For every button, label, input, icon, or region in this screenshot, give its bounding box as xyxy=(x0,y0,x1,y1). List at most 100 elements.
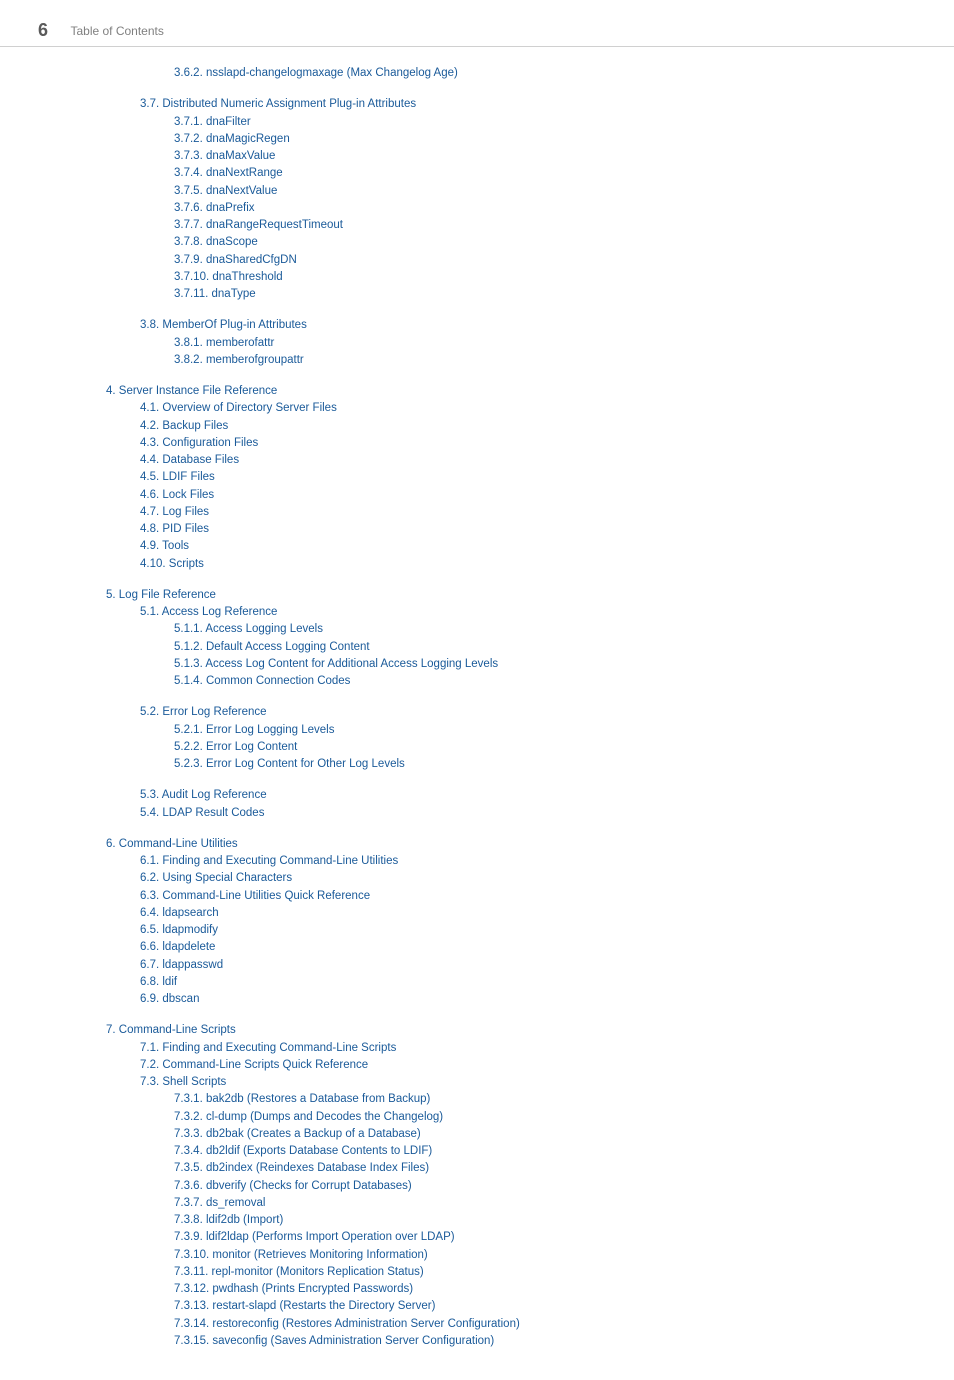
toc-link[interactable]: 7. Command-Line Scripts xyxy=(106,1024,236,1036)
toc-link[interactable]: 3.7.7. dnaRangeRequestTimeout xyxy=(174,219,343,231)
toc-link[interactable]: 7.3.2. cl-dump (Dumps and Decodes the Ch… xyxy=(174,1111,443,1123)
toc-link[interactable]: 3.7.6. dnaPrefix xyxy=(174,202,255,214)
toc-link[interactable]: 6.8. ldif xyxy=(140,976,177,988)
toc-link[interactable]: 7.3.4. db2ldif (Exports Database Content… xyxy=(174,1145,432,1157)
toc-link[interactable]: 6.6. ldapdelete xyxy=(140,941,215,953)
toc-link[interactable]: 6.4. ldapsearch xyxy=(140,907,219,919)
toc-link[interactable]: 3.7.1. dnaFilter xyxy=(174,116,251,128)
toc-link[interactable]: 5.1.3. Access Log Content for Additional… xyxy=(174,658,498,670)
toc-entry: 4.10. Scripts xyxy=(140,556,916,573)
toc-link[interactable]: 7.3.12. pwdhash (Prints Encrypted Passwo… xyxy=(174,1283,413,1295)
toc-link[interactable]: 4.2. Backup Files xyxy=(140,420,228,432)
toc-link[interactable]: 3.7.4. dnaNextRange xyxy=(174,167,283,179)
toc-link[interactable]: 7.3.8. ldif2db (Import) xyxy=(174,1214,283,1226)
toc-link[interactable]: 6.7. ldappasswd xyxy=(140,959,223,971)
toc-link[interactable]: 5.3. Audit Log Reference xyxy=(140,789,267,801)
toc-link[interactable]: 7.3.10. monitor (Retrieves Monitoring In… xyxy=(174,1249,428,1261)
toc-link[interactable]: 4.3. Configuration Files xyxy=(140,437,258,449)
toc-link[interactable]: 7.3.15. saveconfig (Saves Administration… xyxy=(174,1335,494,1347)
toc-link[interactable]: 5. Log File Reference xyxy=(106,589,216,601)
toc-link[interactable]: 5.1.2. Default Access Logging Content xyxy=(174,641,370,653)
toc-entry: 7.3.6. dbverify (Checks for Corrupt Data… xyxy=(174,1178,916,1195)
toc-link[interactable]: 7.2. Command-Line Scripts Quick Referenc… xyxy=(140,1059,368,1071)
toc-link[interactable]: 3.7.5. dnaNextValue xyxy=(174,185,277,197)
toc-entry: 3.7.6. dnaPrefix xyxy=(174,200,916,217)
toc-entry: 3.7.10. dnaThreshold xyxy=(174,269,916,286)
toc-link[interactable]: 5.2.2. Error Log Content xyxy=(174,741,297,753)
toc-entry: 7.3.13. restart-slapd (Restarts the Dire… xyxy=(174,1298,916,1315)
toc-link[interactable]: 7.3.13. restart-slapd (Restarts the Dire… xyxy=(174,1300,435,1312)
toc-link[interactable]: 7.3.5. db2index (Reindexes Database Inde… xyxy=(174,1162,429,1174)
toc-link[interactable]: 6.9. dbscan xyxy=(140,993,199,1005)
toc-entry: 4.9. Tools xyxy=(140,538,916,555)
toc-link[interactable]: 5.2. Error Log Reference xyxy=(140,706,267,718)
toc-entry: 5.2.1. Error Log Logging Levels xyxy=(174,722,916,739)
toc-link[interactable]: 3.8. MemberOf Plug-in Attributes xyxy=(140,319,307,331)
toc-link[interactable]: 7.3.11. repl-monitor (Monitors Replicati… xyxy=(174,1266,424,1278)
toc-entry: 5. Log File Reference xyxy=(106,587,916,604)
toc-link[interactable]: 7.3.6. dbverify (Checks for Corrupt Data… xyxy=(174,1180,412,1192)
toc-link[interactable]: 4.1. Overview of Directory Server Files xyxy=(140,402,337,414)
toc-link[interactable]: 6.1. Finding and Executing Command-Line … xyxy=(140,855,398,867)
toc-link[interactable]: 3.7. Distributed Numeric Assignment Plug… xyxy=(140,98,416,110)
toc-link[interactable]: 4.10. Scripts xyxy=(140,558,204,570)
toc-entry: 7.3.8. ldif2db (Import) xyxy=(174,1212,916,1229)
toc-entry: 4.1. Overview of Directory Server Files xyxy=(140,400,916,417)
toc-entry: 3.7.9. dnaSharedCfgDN xyxy=(174,252,916,269)
toc-entry: 5.2. Error Log Reference xyxy=(140,704,916,721)
toc-entry: 7.3.1. bak2db (Restores a Database from … xyxy=(174,1091,916,1108)
toc-entry: 7.3.5. db2index (Reindexes Database Inde… xyxy=(174,1160,916,1177)
toc-link[interactable]: 7.3.9. ldif2ldap (Performs Import Operat… xyxy=(174,1231,455,1243)
toc-link[interactable]: 5.1. Access Log Reference xyxy=(140,606,277,618)
toc-entry: 6.7. ldappasswd xyxy=(140,957,916,974)
toc-link[interactable]: 3.7.9. dnaSharedCfgDN xyxy=(174,254,297,266)
toc-link[interactable]: 4.9. Tools xyxy=(140,540,189,552)
toc-link[interactable]: 4.6. Lock Files xyxy=(140,489,214,501)
toc-entry: 7.3.3. db2bak (Creates a Backup of a Dat… xyxy=(174,1126,916,1143)
toc-entry: 5.1.2. Default Access Logging Content xyxy=(174,639,916,656)
toc-link[interactable]: 6.5. ldapmodify xyxy=(140,924,218,936)
toc-link[interactable]: 6. Command-Line Utilities xyxy=(106,838,238,850)
toc-link[interactable]: 6.3. Command-Line Utilities Quick Refere… xyxy=(140,890,370,902)
toc-entry: 7.3. Shell Scripts xyxy=(140,1074,916,1091)
toc-link[interactable]: 7.3.14. restoreconfig (Restores Administ… xyxy=(174,1318,520,1330)
toc-link[interactable]: 4.8. PID Files xyxy=(140,523,209,535)
toc-link[interactable]: 5.1.4. Common Connection Codes xyxy=(174,675,350,687)
toc-link[interactable]: 3.7.3. dnaMaxValue xyxy=(174,150,275,162)
toc-entry: 3.8.1. memberofattr xyxy=(174,335,916,352)
toc-link[interactable]: 5.2.3. Error Log Content for Other Log L… xyxy=(174,758,405,770)
toc-link[interactable]: 5.4. LDAP Result Codes xyxy=(140,807,264,819)
toc-entry: 3.7. Distributed Numeric Assignment Plug… xyxy=(140,96,916,113)
toc-link[interactable]: 4.5. LDIF Files xyxy=(140,471,215,483)
toc-entry: 4.2. Backup Files xyxy=(140,418,916,435)
toc-entry: 3.7.8. dnaScope xyxy=(174,234,916,251)
toc-link[interactable]: 3.6.2. nsslapd-changelogmaxage (Max Chan… xyxy=(174,67,458,79)
toc-link[interactable]: 7.3. Shell Scripts xyxy=(140,1076,226,1088)
toc-link[interactable]: 4.7. Log Files xyxy=(140,506,209,518)
toc-link[interactable]: 3.7.11. dnaType xyxy=(174,288,256,300)
toc-entry: 7.3.12. pwdhash (Prints Encrypted Passwo… xyxy=(174,1281,916,1298)
toc-entry: 4.7. Log Files xyxy=(140,504,916,521)
toc-entry: 7.3.10. monitor (Retrieves Monitoring In… xyxy=(174,1247,916,1264)
toc-link[interactable]: 5.2.1. Error Log Logging Levels xyxy=(174,724,334,736)
toc-link[interactable]: 7.3.3. db2bak (Creates a Backup of a Dat… xyxy=(174,1128,421,1140)
toc-link[interactable]: 4.4. Database Files xyxy=(140,454,239,466)
toc-entry: 6.4. ldapsearch xyxy=(140,905,916,922)
toc-link[interactable]: 6.2. Using Special Characters xyxy=(140,872,292,884)
toc-entry: 5.4. LDAP Result Codes xyxy=(140,805,916,822)
toc-entry: 5.2.2. Error Log Content xyxy=(174,739,916,756)
toc-link[interactable]: 7.1. Finding and Executing Command-Line … xyxy=(140,1042,396,1054)
toc-link[interactable]: 3.7.2. dnaMagicRegen xyxy=(174,133,290,145)
toc-link[interactable]: 7.3.7. ds_removal xyxy=(174,1197,265,1209)
toc-entry: 3.6.2. nsslapd-changelogmaxage (Max Chan… xyxy=(174,65,916,82)
toc-entry: 6.5. ldapmodify xyxy=(140,922,916,939)
toc-link[interactable]: 7.3.1. bak2db (Restores a Database from … xyxy=(174,1093,430,1105)
toc-link[interactable]: 5.1.1. Access Logging Levels xyxy=(174,623,323,635)
toc-link[interactable]: 3.8.1. memberofattr xyxy=(174,337,274,349)
toc-link[interactable]: 3.7.10. dnaThreshold xyxy=(174,271,283,283)
toc-link[interactable]: 3.7.8. dnaScope xyxy=(174,236,258,248)
toc-link[interactable]: 4. Server Instance File Reference xyxy=(106,385,277,397)
toc-entry: 6.1. Finding and Executing Command-Line … xyxy=(140,853,916,870)
toc-link[interactable]: 3.8.2. memberofgroupattr xyxy=(174,354,304,366)
toc-entry: 6.9. dbscan xyxy=(140,991,916,1008)
